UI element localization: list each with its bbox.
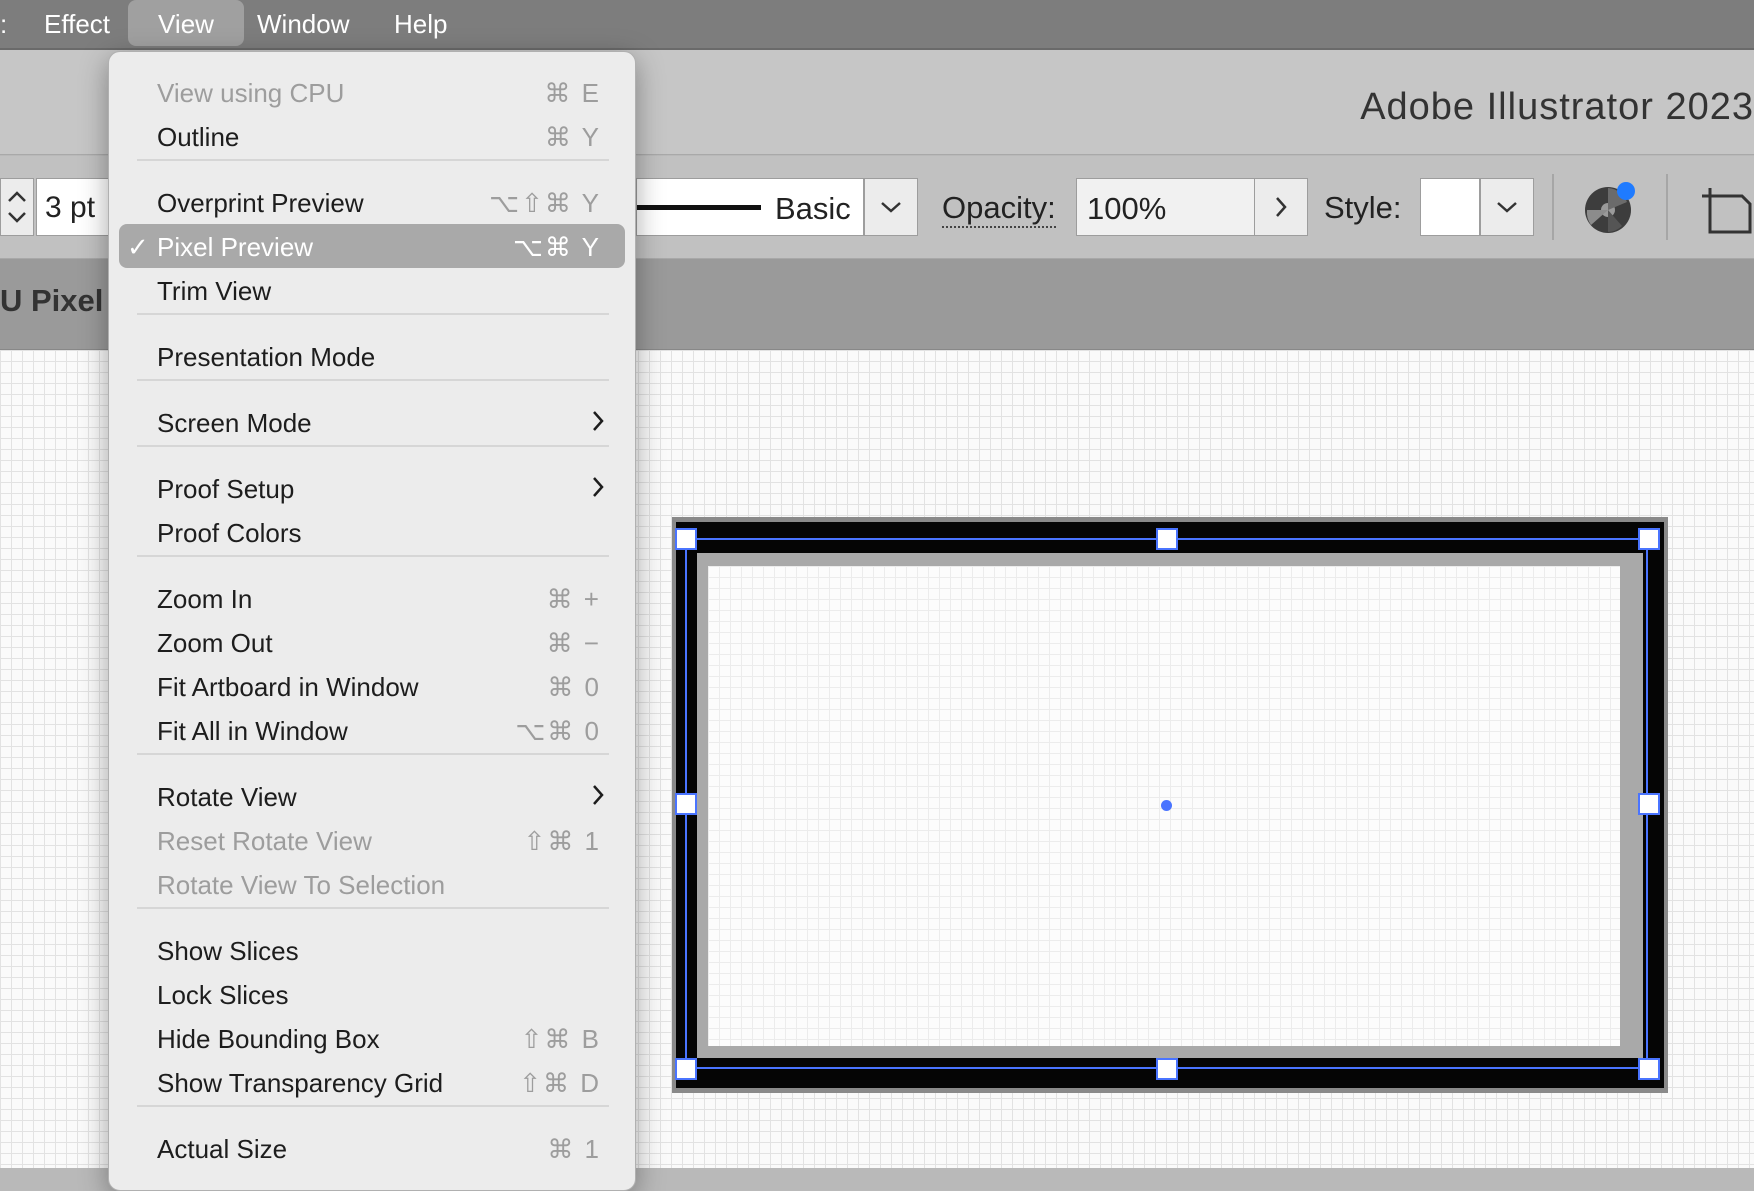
menu-bar: : Effect View Window Help <box>0 0 1754 50</box>
brush-label: Basic <box>775 191 851 226</box>
brush-dropdown-button[interactable] <box>864 178 918 236</box>
document-tab[interactable]: U Pixel <box>0 283 103 319</box>
menu-item-fit-artboard-in-window[interactable]: Fit Artboard in Window ⌘ 0 <box>119 664 625 708</box>
view-menu: View using CPU ⌘ E Outline ⌘ Y Overprint P… <box>108 51 636 1191</box>
menu-item-zoom-out[interactable]: Zoom Out ⌘ − <box>119 620 625 664</box>
opacity-label[interactable]: Opacity: <box>942 190 1056 228</box>
menu-separator <box>137 753 609 755</box>
menu-item-pixel-preview[interactable]: ✓ Pixel Preview ⌥⌘ Y <box>119 224 625 268</box>
menubar-item-view[interactable]: View <box>128 0 244 46</box>
menu-item-zoom-in[interactable]: Zoom In ⌘ + <box>119 576 625 620</box>
menu-item-reset-rotate-view: Reset Rotate View ⇧⌘ 1 <box>157 826 601 856</box>
bounding-box-handle[interactable] <box>1156 528 1178 550</box>
artboard-options-button[interactable] <box>1700 182 1754 236</box>
style-label: Style: <box>1324 190 1402 225</box>
menu-item-rotate-view[interactable]: Rotate View <box>119 774 625 818</box>
menu-item-proof-setup[interactable]: Proof Setup <box>119 466 625 510</box>
menu-separator <box>137 907 609 909</box>
menu-item-show-slices[interactable]: Show Slices <box>119 928 625 972</box>
opacity-field[interactable]: 100% <box>1076 178 1256 236</box>
opacity-expand-button[interactable] <box>1254 178 1308 236</box>
menubar-item-window[interactable]: Window <box>257 0 349 48</box>
brush-definition-field[interactable]: Basic <box>636 178 864 236</box>
chevron-down-icon <box>881 202 901 213</box>
menu-item-fit-all-in-window[interactable]: Fit All in Window ⌥⌘ 0 <box>119 708 625 752</box>
bounding-box-handle[interactable] <box>1638 528 1660 550</box>
menu-item-proof-colors[interactable]: Proof Colors <box>119 510 625 554</box>
menu-item-screen-mode[interactable]: Screen Mode <box>119 400 625 444</box>
menu-separator <box>137 555 609 557</box>
menu-separator <box>137 445 609 447</box>
bounding-box-handle[interactable] <box>1156 1058 1178 1080</box>
bounding-box-handle[interactable] <box>675 1058 697 1080</box>
center-point <box>1161 800 1172 811</box>
chevron-right-icon <box>1276 197 1287 217</box>
menu-separator <box>137 379 609 381</box>
menu-separator <box>137 1105 609 1107</box>
recolor-artwork-button[interactable] <box>1582 180 1638 236</box>
menu-separator <box>137 159 609 161</box>
chevron-right-icon <box>593 477 604 497</box>
stepper-icon <box>8 191 26 223</box>
menubar-item-edit-partial[interactable]: : <box>0 0 7 48</box>
bounding-box-handle[interactable] <box>1638 1058 1660 1080</box>
bounding-box-handle[interactable] <box>675 528 697 550</box>
checkmark-icon: ✓ <box>127 232 149 262</box>
artboard-icon <box>1702 188 1752 234</box>
stroke-weight-field[interactable]: 3 pt <box>36 178 110 236</box>
recolor-artwork-icon <box>1585 182 1635 233</box>
menubar-item-effect[interactable]: Effect <box>44 0 110 48</box>
menu-separator <box>137 313 609 315</box>
menu-item-rotate-view-to-selection: Rotate View To Selection <box>157 870 446 900</box>
menu-item-outline[interactable]: Outline ⌘ Y <box>119 114 625 158</box>
menu-item-overprint-preview[interactable]: Overprint Preview ⌥⇧⌘ Y <box>119 180 625 224</box>
bounding-box-handle[interactable] <box>1638 793 1660 815</box>
menu-item-hide-bounding-box[interactable]: Hide Bounding Box ⇧⌘ B <box>119 1016 625 1060</box>
toolbar-divider <box>1552 174 1554 240</box>
graphic-style-dropdown[interactable] <box>1480 178 1534 236</box>
chevron-right-icon <box>593 411 604 431</box>
graphic-style-swatch[interactable] <box>1420 178 1480 236</box>
menu-item-actual-size[interactable]: Actual Size ⌘ 1 <box>119 1126 625 1170</box>
opacity-value: 100% <box>1087 191 1167 226</box>
stroke-weight-value: 3 pt <box>45 191 96 224</box>
chevron-right-icon <box>593 785 604 805</box>
bounding-box-handle[interactable] <box>675 793 697 815</box>
chevron-down-icon <box>1497 202 1517 213</box>
stroke-weight-stepper[interactable] <box>0 178 34 236</box>
menu-item-show-transparency-grid[interactable]: Show Transparency Grid ⇧⌘ D <box>119 1060 625 1104</box>
menu-item-trim-view[interactable]: Trim View <box>119 268 625 312</box>
menu-item-lock-slices[interactable]: Lock Slices <box>119 972 625 1016</box>
brush-stroke-preview <box>637 205 761 210</box>
menu-item-presentation-mode[interactable]: Presentation Mode <box>119 334 625 378</box>
menu-item-view-using-cpu: View using CPU ⌘ E <box>157 78 601 108</box>
toolbar-divider <box>1666 174 1668 240</box>
menubar-item-help[interactable]: Help <box>394 0 447 48</box>
